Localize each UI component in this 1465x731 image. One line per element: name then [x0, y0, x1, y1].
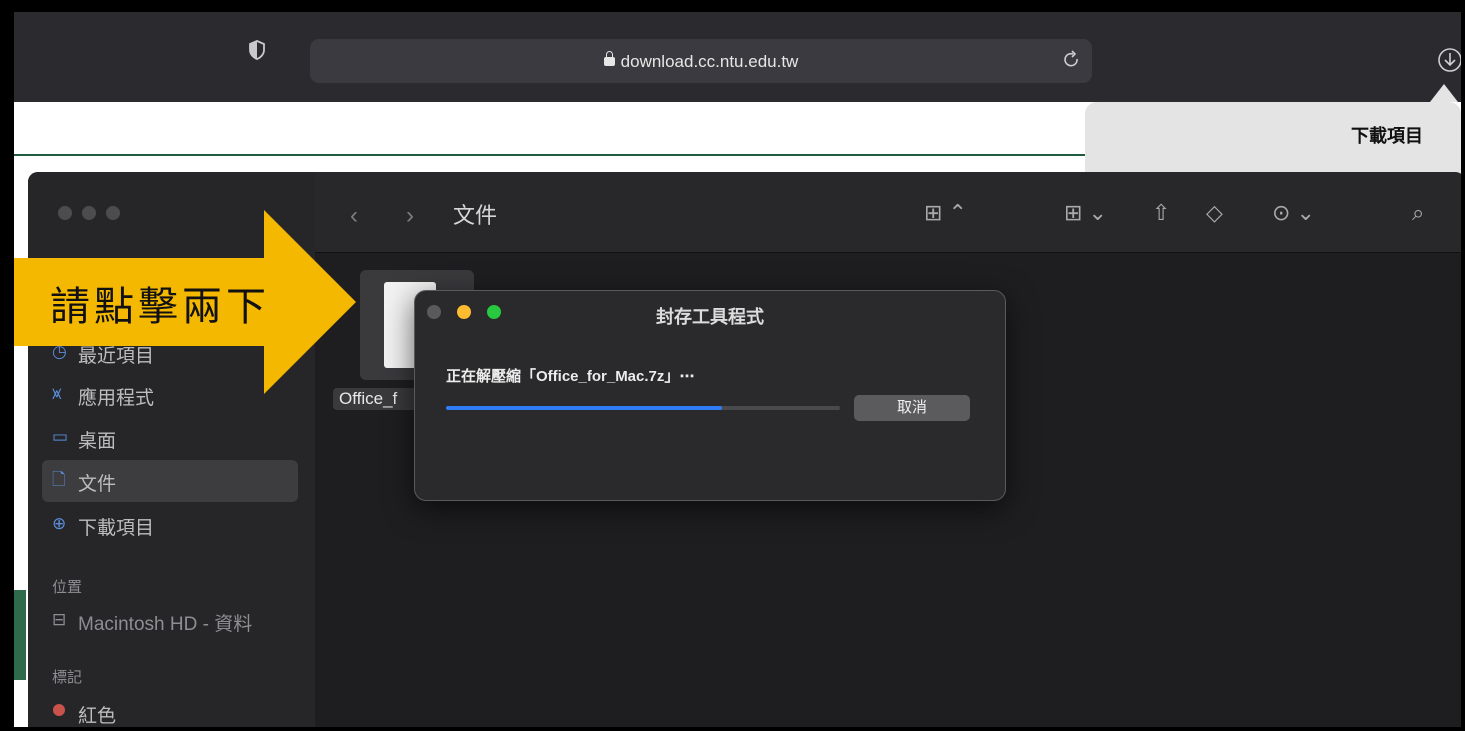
downloads-title: 下載項目: [1351, 126, 1423, 146]
sidebar-item-macintosh-hd[interactable]: ⊟ Macintosh HD - 資料: [42, 600, 298, 642]
screenshot-frame: download.cc.ntu.edu.tw 下載項目 ◷ 最近項目 ⩙ 應用程…: [0, 0, 1465, 731]
reload-icon[interactable]: [1062, 50, 1082, 70]
popover-arrow: [1430, 84, 1458, 102]
more-icon[interactable]: ⊙ ⌄: [1272, 200, 1315, 226]
address-bar[interactable]: download.cc.ntu.edu.tw: [310, 39, 1092, 83]
extract-status: 正在解壓縮「Office_for_Mac.7z」⋯: [446, 368, 695, 385]
annotation-text: 請點擊兩下: [50, 284, 270, 330]
tag-icon[interactable]: ◇: [1206, 200, 1223, 226]
document-icon: 🗋: [52, 470, 66, 489]
archive-utility-dialog: 封存工具程式 正在解壓縮「Office_for_Mac.7z」⋯ 取消: [414, 290, 1006, 501]
frame-border-left: [0, 0, 14, 731]
shield-icon[interactable]: [248, 40, 266, 60]
sidebar-item-downloads[interactable]: ⊕ 下載項目: [42, 504, 298, 546]
progress-fill: [446, 406, 722, 410]
frame-border-right: [1461, 0, 1465, 731]
divider: [14, 154, 1089, 156]
sidebar-item-documents[interactable]: 🗋 文件: [42, 460, 298, 502]
desktop-icon: ▭: [52, 427, 69, 446]
page-accent-strip: [14, 590, 26, 680]
frame-border-bottom: [0, 727, 1465, 731]
forward-icon[interactable]: ›: [406, 202, 414, 230]
frame-border-top: [0, 0, 1465, 12]
sidebar-item-tag-red[interactable]: 紅色: [42, 692, 298, 731]
progress-bar: [446, 406, 840, 410]
disk-icon: ⊟: [52, 610, 67, 629]
share-icon[interactable]: ⇧: [1152, 200, 1170, 226]
download-icon: ⊕: [52, 514, 67, 533]
dialog-title: 封存工具程式: [656, 307, 764, 327]
locations-header: 位置: [52, 579, 83, 596]
window-title: 文件: [453, 203, 498, 228]
group-icon[interactable]: ⊞ ⌄: [1064, 200, 1107, 226]
view-grid-icon[interactable]: ⊞ ⌃: [924, 200, 967, 226]
red-tag-dot: [52, 703, 70, 721]
cancel-button[interactable]: 取消: [854, 395, 970, 421]
url-text: download.cc.ntu.edu.tw: [620, 52, 799, 71]
search-icon[interactable]: ⌕: [1412, 200, 1424, 226]
download-icon[interactable]: [1437, 47, 1463, 73]
tags-header: 標記: [52, 669, 83, 686]
sidebar-item-desktop[interactable]: ▭ 桌面: [42, 417, 298, 459]
lock-icon: [603, 51, 615, 66]
